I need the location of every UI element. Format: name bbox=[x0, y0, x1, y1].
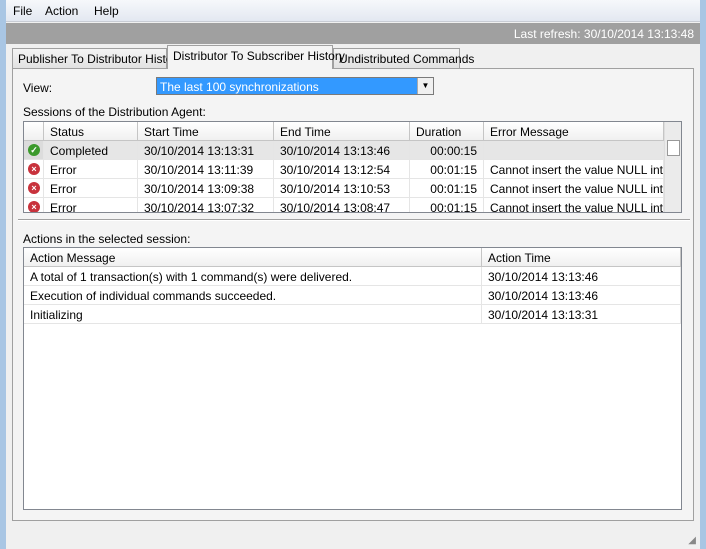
column-header[interactable]: Start Time bbox=[138, 122, 274, 141]
row-header[interactable]: × bbox=[24, 198, 44, 212]
session-cell-start[interactable]: 30/10/2014 13:07:32 bbox=[138, 198, 274, 212]
session-cell-start[interactable]: 30/10/2014 13:09:38 bbox=[138, 179, 274, 198]
session-cell-end[interactable]: 30/10/2014 13:13:46 bbox=[274, 141, 410, 160]
column-header[interactable]: Error Message bbox=[484, 122, 664, 141]
row-header[interactable]: × bbox=[24, 179, 44, 198]
success-icon: ✓ bbox=[28, 144, 40, 156]
scrollbar-thumb[interactable] bbox=[667, 140, 680, 156]
resize-grip-icon[interactable]: ◢ bbox=[688, 535, 696, 546]
vertical-scrollbar[interactable] bbox=[664, 122, 681, 212]
last-refresh-text: Last refresh: 30/10/2014 13:13:48 bbox=[6, 23, 700, 44]
error-icon: × bbox=[28, 163, 40, 175]
action-cell-message[interactable]: Initializing bbox=[24, 305, 482, 324]
chevron-down-icon[interactable]: ▼ bbox=[417, 78, 433, 94]
action-cell-time[interactable]: 30/10/2014 13:13:46 bbox=[482, 267, 681, 286]
menu-help[interactable]: Help bbox=[94, 4, 119, 18]
row-header[interactable]: ✓ bbox=[24, 141, 44, 160]
action-cell-message[interactable]: A total of 1 transaction(s) with 1 comma… bbox=[24, 267, 482, 286]
tab-undistributed-commands[interactable]: Undistributed Commands bbox=[333, 48, 474, 68]
actions-label: Actions in the selected session: bbox=[23, 232, 191, 246]
session-cell-status[interactable]: Error bbox=[44, 179, 138, 198]
window: File Action Help Last refresh: 30/10/201… bbox=[6, 0, 700, 549]
session-cell-start[interactable]: 30/10/2014 13:11:39 bbox=[138, 160, 274, 179]
session-cell-error[interactable] bbox=[484, 141, 664, 160]
splitter[interactable] bbox=[18, 219, 690, 221]
view-label: View: bbox=[23, 81, 53, 95]
tab-publisher-to-distributor[interactable]: Publisher To Distributor History bbox=[12, 48, 183, 68]
column-header[interactable]: Action Message bbox=[24, 248, 482, 267]
action-cell-time[interactable]: 30/10/2014 13:13:31 bbox=[482, 305, 681, 324]
session-cell-status[interactable]: Error bbox=[44, 160, 138, 179]
session-cell-error[interactable]: Cannot insert the value NULL int... bbox=[484, 160, 664, 179]
session-cell-end[interactable]: 30/10/2014 13:12:54 bbox=[274, 160, 410, 179]
session-cell-error[interactable]: Cannot insert the value NULL int... bbox=[484, 198, 664, 212]
view-dropdown[interactable]: The last 100 synchronizations ▼ bbox=[156, 77, 434, 95]
row-header[interactable]: × bbox=[24, 160, 44, 179]
column-header[interactable]: Action Time bbox=[482, 248, 681, 267]
row-header-corner bbox=[24, 122, 44, 141]
action-cell-message[interactable]: Execution of individual commands succeed… bbox=[24, 286, 482, 305]
error-icon: × bbox=[28, 201, 40, 212]
view-dropdown-value: The last 100 synchronizations bbox=[160, 80, 319, 94]
session-cell-duration[interactable]: 00:00:15 bbox=[410, 141, 484, 160]
session-cell-duration[interactable]: 00:01:15 bbox=[410, 198, 484, 212]
menu-action[interactable]: Action bbox=[45, 4, 78, 18]
session-cell-duration[interactable]: 00:01:15 bbox=[410, 160, 484, 179]
sessions-grid: Status Start Time End Time Duration Error Me… bbox=[23, 121, 682, 213]
session-cell-end[interactable]: 30/10/2014 13:08:47 bbox=[274, 198, 410, 212]
session-cell-duration[interactable]: 00:01:15 bbox=[410, 179, 484, 198]
session-cell-status[interactable]: Completed bbox=[44, 141, 138, 160]
error-icon: × bbox=[28, 182, 40, 194]
column-header[interactable]: End Time bbox=[274, 122, 410, 141]
menu-file[interactable]: File bbox=[13, 4, 32, 18]
column-header[interactable]: Duration bbox=[410, 122, 484, 141]
session-cell-error[interactable]: Cannot insert the value NULL int... bbox=[484, 179, 664, 198]
sessions-label: Sessions of the Distribution Agent: bbox=[23, 105, 206, 119]
actions-grid: Action Message Action Time A total of 1 tr… bbox=[23, 247, 682, 510]
session-cell-status[interactable]: Error bbox=[44, 198, 138, 212]
menu-bar: File Action Help bbox=[6, 0, 700, 22]
action-cell-time[interactable]: 30/10/2014 13:13:46 bbox=[482, 286, 681, 305]
column-header[interactable]: Status bbox=[44, 122, 138, 141]
session-cell-start[interactable]: 30/10/2014 13:13:31 bbox=[138, 141, 274, 160]
session-cell-end[interactable]: 30/10/2014 13:10:53 bbox=[274, 179, 410, 198]
tab-distributor-to-subscriber[interactable]: Distributor To Subscriber History bbox=[167, 45, 345, 69]
